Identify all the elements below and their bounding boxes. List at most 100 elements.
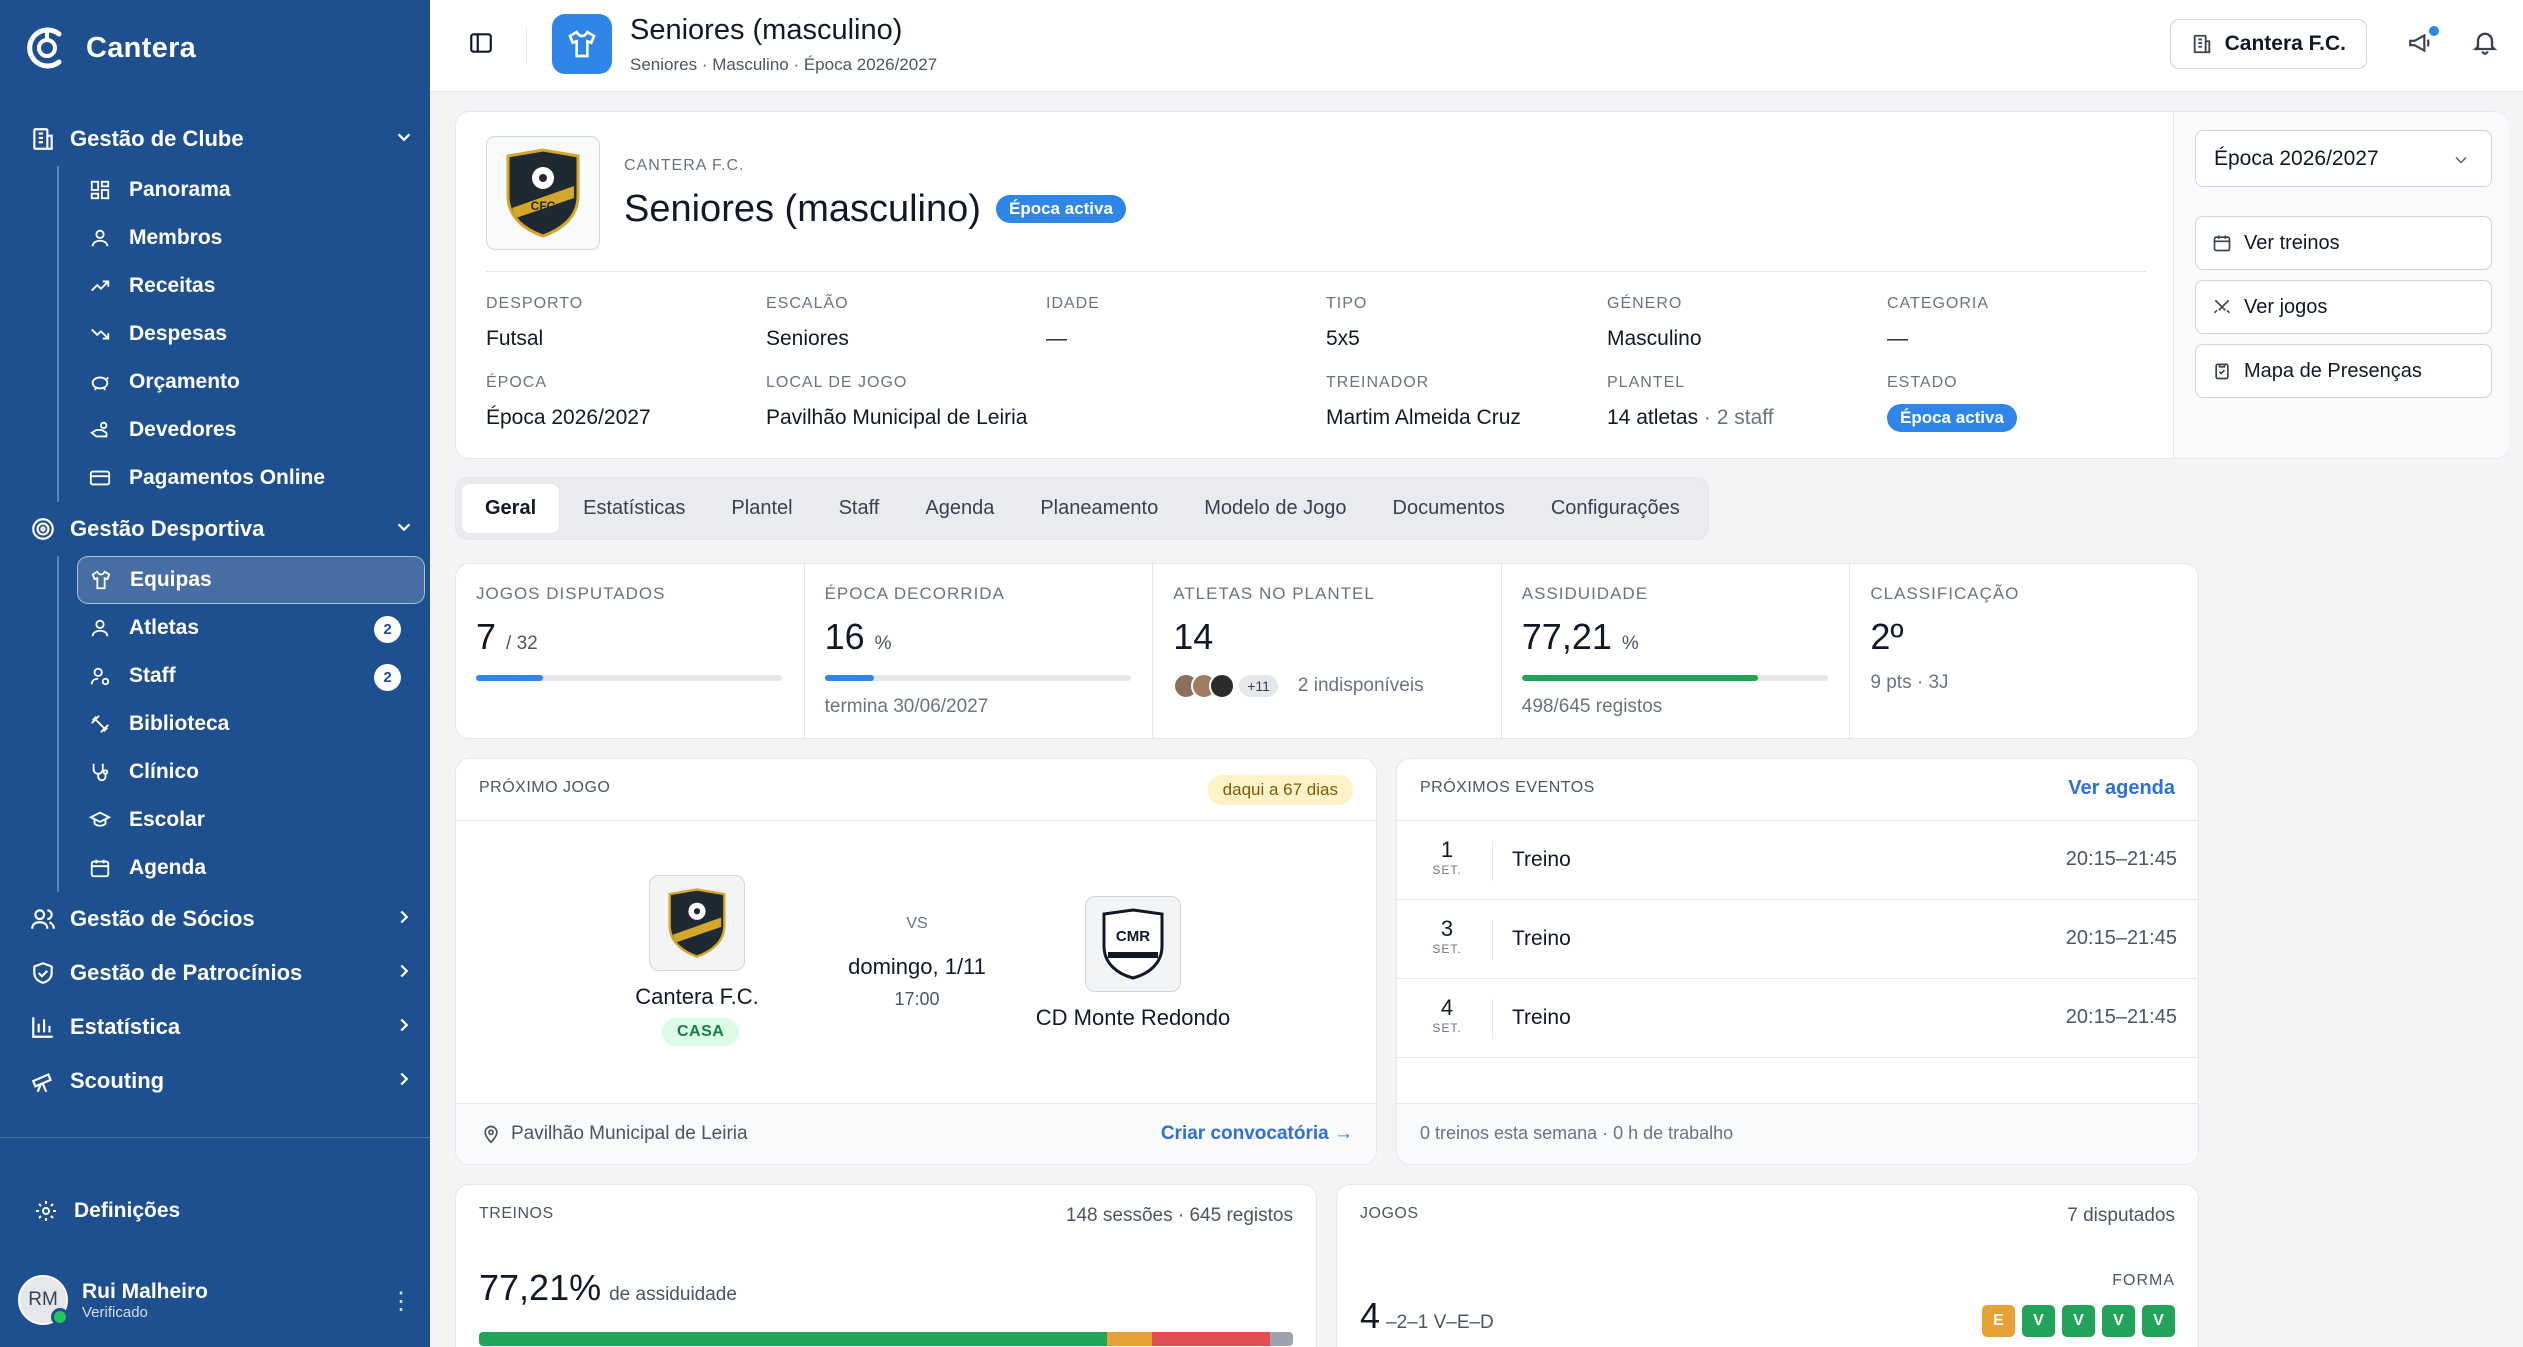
nav-section-gestao-socios[interactable]: Gestão de Sócios (30, 892, 415, 946)
event-separator (1492, 920, 1493, 960)
tab-staff[interactable]: Staff (816, 483, 903, 534)
nav-item-biblioteca[interactable]: Biblioteca (59, 700, 415, 748)
team-tabs: Geral Estatísticas Plantel Staff Agenda … (455, 477, 1709, 540)
nav-item-label: Escolar (129, 808, 205, 831)
form-result-badge: V (2062, 1305, 2095, 1337)
stat-sub: 9 pts · 3J (1870, 672, 1949, 693)
event-month: SET. (1432, 863, 1462, 877)
tab-planeamento[interactable]: Planeamento (1017, 483, 1181, 534)
tab-plantel[interactable]: Plantel (708, 483, 815, 534)
nav-item-label: Staff (129, 664, 176, 687)
sidebar-divider (0, 1137, 430, 1138)
swords-icon (2213, 299, 2231, 314)
tab-modelo-de-jogo[interactable]: Modelo de Jogo (1181, 483, 1369, 534)
card-title: JOGOS (1360, 1205, 1419, 1222)
nav-section-gestao-patrocinios[interactable]: Gestão de Patrocínios (30, 946, 415, 1000)
more-vertical-icon[interactable]: ⋮ (389, 1287, 413, 1316)
create-callup-link[interactable]: Criar convocatória → (1161, 1123, 1353, 1145)
tab-geral[interactable]: Geral (461, 483, 561, 534)
attendance-map-button[interactable]: Mapa de Presenças (2195, 344, 2492, 398)
form-result-badge: V (2142, 1305, 2175, 1337)
shirt-icon (90, 569, 130, 591)
view-games-button[interactable]: Ver jogos (2195, 280, 2492, 334)
event-row[interactable]: 4 SET. Treino 20:15–21:45 (1397, 979, 2198, 1058)
view-agenda-link[interactable]: Ver agenda (2068, 777, 2175, 800)
season-status-badge: Época activa (996, 195, 1126, 223)
stethoscope-icon (89, 761, 129, 783)
dumbbell-icon (89, 713, 129, 735)
nav-item-membros[interactable]: Membros (59, 214, 415, 262)
form-result-badge: V (2022, 1305, 2055, 1337)
meta-value-desporto: Futsal (486, 327, 544, 350)
event-month: SET. (1432, 1021, 1462, 1035)
event-row[interactable]: 1 SET. Treino 20:15–21:45 (1397, 821, 2198, 900)
shield-crest-icon: CFC (506, 148, 580, 238)
event-month: SET. (1432, 942, 1462, 956)
unavailable-count: 2 indisponíveis (1297, 675, 1424, 696)
event-day: 4 (1440, 995, 1454, 1020)
season-select[interactable]: Época 2026/2027 (2195, 130, 2492, 187)
meta-value-escalao: Seniores (766, 327, 849, 350)
nav-item-agenda[interactable]: Agenda (59, 844, 415, 892)
club-switcher-label: Cantera F.C. (2224, 32, 2346, 55)
brand[interactable]: Cantera (26, 25, 196, 71)
map-pin-icon (484, 1125, 498, 1144)
wins-count: 4 (1360, 1295, 1381, 1336)
nav-section-estatistica[interactable]: Estatística (30, 1000, 415, 1054)
team-header-card: CFC CANTERA F.C. Seniores (masculino) Ép… (455, 111, 2509, 459)
avatar (1209, 673, 1236, 699)
attendance-map-label: Mapa de Presenças (2244, 359, 2422, 382)
meta-value-genero: Masculino (1607, 327, 1702, 350)
nav-item-despesas[interactable]: Despesas (59, 310, 415, 358)
nav-section-gestao-clube[interactable]: Gestão de Clube (30, 112, 415, 166)
nav-section-scouting[interactable]: Scouting (30, 1054, 415, 1108)
nav-item-pagamentos-online[interactable]: Pagamentos Online (59, 454, 415, 502)
settings-link[interactable]: Definições (34, 1199, 180, 1223)
sidebar-toggle-icon[interactable] (468, 30, 494, 56)
meta-value-categoria: — (1887, 327, 1908, 350)
tab-agenda[interactable]: Agenda (902, 483, 1017, 534)
view-trainings-button[interactable]: Ver treinos (2195, 216, 2492, 270)
nav-item-receitas[interactable]: Receitas (59, 262, 415, 310)
count-badge: 2 (374, 616, 401, 643)
nav-section-gestao-desportiva[interactable]: Gestão Desportiva (30, 502, 415, 556)
venue-name: Pavilhão Municipal de Leiria (511, 1123, 748, 1144)
meta-label-epoca: ÉPOCA (486, 374, 548, 391)
form-guide: EVVVV (1982, 1305, 2175, 1337)
nav-item-clinico[interactable]: Clínico (59, 748, 415, 796)
nav-item-atletas[interactable]: Atletas 2 (59, 604, 415, 652)
meta-value-tipo: 5x5 (1326, 327, 1360, 350)
training-summary: 148 sessões · 645 registos (1065, 1205, 1293, 1226)
chevron-down-icon (2455, 156, 2467, 164)
tab-documentos[interactable]: Documentos (1370, 483, 1528, 534)
card-title: PRÓXIMOS EVENTOS (1420, 779, 1595, 796)
bell-icon[interactable] (2471, 28, 2499, 56)
event-row[interactable]: 3 SET. Treino 20:15–21:45 (1397, 900, 2198, 979)
nav-item-label: Agenda (129, 856, 207, 879)
nav-item-devedores[interactable]: Devedores (59, 406, 415, 454)
club-switcher-button[interactable]: Cantera F.C. (2169, 19, 2367, 69)
plantel-athletes: 14 atletas (1607, 406, 1699, 429)
shield-crest-icon: CMR (1102, 908, 1164, 980)
event-date: 4 SET. (1427, 995, 1467, 1035)
announcements-button[interactable] (2407, 26, 2439, 61)
nav-item-staff[interactable]: Staff 2 (59, 652, 415, 700)
stat-suffix: / 32 (506, 633, 538, 654)
nav-item-equipas[interactable]: Equipas (77, 556, 425, 604)
meta-label-categoria: CATEGORIA (1887, 295, 1990, 312)
stat-value: 16 % (825, 616, 1133, 658)
stat-label: CLASSIFICAÇÃO (1870, 584, 2020, 603)
progress-bar (1521, 675, 1828, 681)
event-time: 20:15–21:45 (2065, 927, 2177, 949)
building-icon (2193, 34, 2210, 54)
nav-item-panorama[interactable]: Panorama (59, 166, 415, 214)
user-profile[interactable]: RM Rui Malheiro Verificado ⋮ (18, 1275, 413, 1326)
tab-estatisticas[interactable]: Estatísticas (560, 483, 708, 534)
hand-coins-icon (89, 419, 129, 441)
more-athletes-badge[interactable]: +11 (1237, 673, 1280, 699)
nav-item-label: Devedores (129, 418, 237, 441)
nav-item-escolar[interactable]: Escolar (59, 796, 415, 844)
tab-configuracoes[interactable]: Configurações (1528, 483, 1703, 534)
meta-label-plantel: PLANTEL (1607, 374, 1686, 391)
nav-item-orcamento[interactable]: Orçamento (59, 358, 415, 406)
